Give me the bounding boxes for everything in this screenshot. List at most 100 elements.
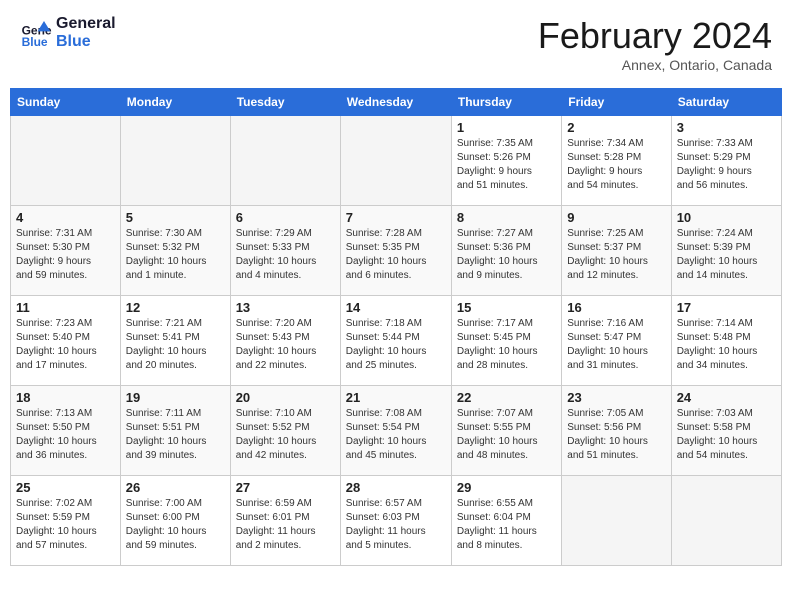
calendar-cell: 3 Sunrise: 7:33 AM Sunset: 5:29 PM Daylig… <box>671 116 781 206</box>
calendar-cell: 26 Sunrise: 7:00 AM Sunset: 6:00 PM Dayli… <box>120 476 230 566</box>
calendar-cell: 6 Sunrise: 7:29 AM Sunset: 5:33 PM Daylig… <box>230 206 340 296</box>
title-block: February 2024 Annex, Ontario, Canada <box>538 15 772 73</box>
calendar-cell: 16 Sunrise: 7:16 AM Sunset: 5:47 PM Dayli… <box>562 296 671 386</box>
calendar-cell: 23 Sunrise: 7:05 AM Sunset: 5:56 PM Dayli… <box>562 386 671 476</box>
day-info: Sunrise: 7:10 AM Sunset: 5:52 PM Dayligh… <box>236 407 335 463</box>
day-number: 2 <box>567 120 665 135</box>
day-info: Sunrise: 7:24 AM Sunset: 5:39 PM Dayligh… <box>677 227 776 283</box>
day-info: Sunrise: 7:23 AM Sunset: 5:40 PM Dayligh… <box>16 317 115 373</box>
calendar-cell: 29 Sunrise: 6:55 AM Sunset: 6:04 PM Dayli… <box>451 476 561 566</box>
day-info: Sunrise: 7:27 AM Sunset: 5:36 PM Dayligh… <box>457 227 556 283</box>
calendar-cell: 14 Sunrise: 7:18 AM Sunset: 5:44 PM Dayli… <box>340 296 451 386</box>
calendar-cell: 9Sunrise: 7:25 AM Sunset: 5:37 PM Daylig… <box>562 206 671 296</box>
svg-text:Blue: Blue <box>22 34 48 48</box>
weekday-header-monday: Monday <box>120 89 230 116</box>
day-info: Sunrise: 7:18 AM Sunset: 5:44 PM Dayligh… <box>346 317 446 373</box>
calendar-cell <box>562 476 671 566</box>
day-info: Sunrise: 6:59 AM Sunset: 6:01 PM Dayligh… <box>236 497 335 553</box>
day-number: 1 <box>457 120 556 135</box>
calendar-cell: 28 Sunrise: 6:57 AM Sunset: 6:03 PM Dayli… <box>340 476 451 566</box>
calendar-cell: 7 Sunrise: 7:28 AM Sunset: 5:35 PM Daylig… <box>340 206 451 296</box>
weekday-header-tuesday: Tuesday <box>230 89 340 116</box>
calendar-cell: 19Sunrise: 7:11 AM Sunset: 5:51 PM Dayli… <box>120 386 230 476</box>
calendar-cell: 12Sunrise: 7:21 AM Sunset: 5:41 PM Dayli… <box>120 296 230 386</box>
calendar-cell <box>340 116 451 206</box>
day-info: Sunrise: 7:08 AM Sunset: 5:54 PM Dayligh… <box>346 407 446 463</box>
day-number: 12 <box>126 300 225 315</box>
day-info: Sunrise: 7:05 AM Sunset: 5:56 PM Dayligh… <box>567 407 665 463</box>
day-number: 13 <box>236 300 335 315</box>
day-info: Sunrise: 7:02 AM Sunset: 5:59 PM Dayligh… <box>16 497 115 553</box>
day-info: Sunrise: 6:55 AM Sunset: 6:04 PM Dayligh… <box>457 497 556 553</box>
day-number: 16 <box>567 300 665 315</box>
calendar-cell: 17 Sunrise: 7:14 AM Sunset: 5:48 PM Dayli… <box>671 296 781 386</box>
weekday-header-wednesday: Wednesday <box>340 89 451 116</box>
calendar-week-row: 11 Sunrise: 7:23 AM Sunset: 5:40 PM Dayli… <box>11 296 782 386</box>
weekday-header-thursday: Thursday <box>451 89 561 116</box>
day-info: Sunrise: 6:57 AM Sunset: 6:03 PM Dayligh… <box>346 497 446 553</box>
day-number: 29 <box>457 480 556 495</box>
calendar-cell: 2 Sunrise: 7:34 AM Sunset: 5:28 PM Daylig… <box>562 116 671 206</box>
day-number: 17 <box>677 300 776 315</box>
calendar-cell <box>671 476 781 566</box>
day-info: Sunrise: 7:13 AM Sunset: 5:50 PM Dayligh… <box>16 407 115 463</box>
day-info: Sunrise: 7:33 AM Sunset: 5:29 PM Dayligh… <box>677 137 776 193</box>
day-info: Sunrise: 7:29 AM Sunset: 5:33 PM Dayligh… <box>236 227 335 283</box>
calendar-cell: 21 Sunrise: 7:08 AM Sunset: 5:54 PM Dayli… <box>340 386 451 476</box>
day-number: 26 <box>126 480 225 495</box>
weekday-header-sunday: Sunday <box>11 89 121 116</box>
calendar-cell: 11 Sunrise: 7:23 AM Sunset: 5:40 PM Dayli… <box>11 296 121 386</box>
day-number: 4 <box>16 210 115 225</box>
calendar-title: February 2024 <box>538 15 772 57</box>
day-number: 25 <box>16 480 115 495</box>
day-number: 28 <box>346 480 446 495</box>
calendar-cell: 10Sunrise: 7:24 AM Sunset: 5:39 PM Dayli… <box>671 206 781 296</box>
page-header: General Blue General Blue February 2024 … <box>10 10 782 78</box>
day-number: 22 <box>457 390 556 405</box>
day-info: Sunrise: 7:28 AM Sunset: 5:35 PM Dayligh… <box>346 227 446 283</box>
logo-blue: Blue <box>56 33 116 51</box>
logo-general: General <box>56 15 116 33</box>
day-number: 9 <box>567 210 665 225</box>
calendar-cell <box>230 116 340 206</box>
weekday-header-row: SundayMondayTuesdayWednesdayThursdayFrid… <box>11 89 782 116</box>
day-number: 15 <box>457 300 556 315</box>
calendar-cell: 8 Sunrise: 7:27 AM Sunset: 5:36 PM Daylig… <box>451 206 561 296</box>
day-info: Sunrise: 7:34 AM Sunset: 5:28 PM Dayligh… <box>567 137 665 193</box>
day-number: 8 <box>457 210 556 225</box>
day-number: 20 <box>236 390 335 405</box>
day-number: 21 <box>346 390 446 405</box>
calendar-week-row: 1 Sunrise: 7:35 AM Sunset: 5:26 PM Daylig… <box>11 116 782 206</box>
day-number: 19 <box>126 390 225 405</box>
day-info: Sunrise: 7:14 AM Sunset: 5:48 PM Dayligh… <box>677 317 776 373</box>
day-number: 3 <box>677 120 776 135</box>
day-info: Sunrise: 7:16 AM Sunset: 5:47 PM Dayligh… <box>567 317 665 373</box>
day-number: 7 <box>346 210 446 225</box>
calendar-cell: 15Sunrise: 7:17 AM Sunset: 5:45 PM Dayli… <box>451 296 561 386</box>
day-info: Sunrise: 7:20 AM Sunset: 5:43 PM Dayligh… <box>236 317 335 373</box>
day-number: 27 <box>236 480 335 495</box>
day-info: Sunrise: 7:03 AM Sunset: 5:58 PM Dayligh… <box>677 407 776 463</box>
calendar-cell <box>11 116 121 206</box>
day-number: 23 <box>567 390 665 405</box>
day-info: Sunrise: 7:35 AM Sunset: 5:26 PM Dayligh… <box>457 137 556 193</box>
calendar-cell: 25 Sunrise: 7:02 AM Sunset: 5:59 PM Dayli… <box>11 476 121 566</box>
day-number: 18 <box>16 390 115 405</box>
day-info: Sunrise: 7:00 AM Sunset: 6:00 PM Dayligh… <box>126 497 225 553</box>
calendar-cell: 24Sunrise: 7:03 AM Sunset: 5:58 PM Dayli… <box>671 386 781 476</box>
calendar-week-row: 25 Sunrise: 7:02 AM Sunset: 5:59 PM Dayli… <box>11 476 782 566</box>
day-number: 6 <box>236 210 335 225</box>
calendar-cell: 22 Sunrise: 7:07 AM Sunset: 5:55 PM Dayli… <box>451 386 561 476</box>
calendar-cell: 27 Sunrise: 6:59 AM Sunset: 6:01 PM Dayli… <box>230 476 340 566</box>
calendar-week-row: 18 Sunrise: 7:13 AM Sunset: 5:50 PM Dayli… <box>11 386 782 476</box>
day-info: Sunrise: 7:07 AM Sunset: 5:55 PM Dayligh… <box>457 407 556 463</box>
calendar-cell: 20 Sunrise: 7:10 AM Sunset: 5:52 PM Dayli… <box>230 386 340 476</box>
calendar-cell: 5Sunrise: 7:30 AM Sunset: 5:32 PM Daylig… <box>120 206 230 296</box>
day-number: 14 <box>346 300 446 315</box>
calendar-cell <box>120 116 230 206</box>
day-number: 11 <box>16 300 115 315</box>
calendar-week-row: 4Sunrise: 7:31 AM Sunset: 5:30 PM Daylig… <box>11 206 782 296</box>
weekday-header-saturday: Saturday <box>671 89 781 116</box>
calendar-table: SundayMondayTuesdayWednesdayThursdayFrid… <box>10 88 782 566</box>
weekday-header-friday: Friday <box>562 89 671 116</box>
